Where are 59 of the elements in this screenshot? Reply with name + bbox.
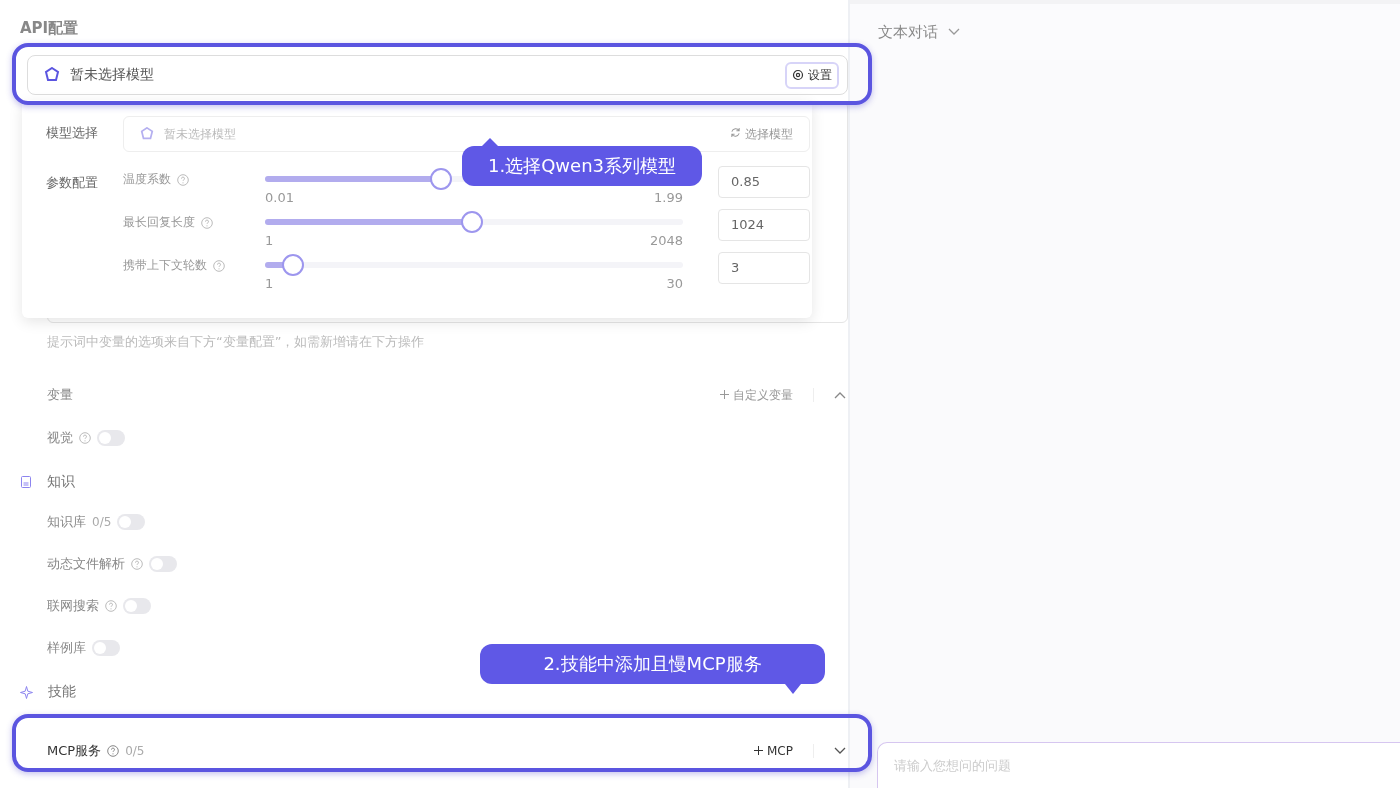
model-logo-icon (140, 127, 154, 141)
prompt-hint: 提示词中变量的选项来自下方“变量配置”，如需新增请在下方操作 (47, 333, 426, 351)
slider-thumb[interactable] (460, 211, 483, 233)
setting-label: 样例库 (47, 639, 86, 657)
slider-max: 2048 (649, 233, 683, 248)
chevron-icon[interactable] (834, 747, 846, 755)
setting-label: 联网搜索 (47, 597, 99, 615)
skills-title: 技能 (48, 683, 76, 701)
help-icon[interactable] (131, 558, 143, 570)
help-icon[interactable] (79, 432, 91, 444)
select-model-button[interactable]: 选择模型 (730, 125, 793, 143)
model-placeholder: 暂未选择模型 (164, 125, 236, 143)
setting-label: 知识库 (47, 513, 86, 531)
model-logo-icon (44, 67, 60, 83)
count-text: 0/5 (125, 744, 145, 758)
model-select-field[interactable]: 暂未选择模型 设置 (27, 55, 848, 95)
knowledge-title: 知识 (47, 473, 75, 491)
params-label: 参数配置 (46, 174, 99, 192)
param-label: 携带上下文轮数 (123, 257, 207, 274)
help-icon[interactable] (177, 173, 189, 186)
mcp-label: MCP服务 (47, 742, 102, 760)
slider-thumb[interactable] (282, 254, 304, 276)
help-icon[interactable] (201, 216, 213, 229)
param-input[interactable]: 0.85 (718, 166, 810, 198)
help-icon[interactable] (107, 745, 120, 757)
slider-thumb[interactable] (429, 168, 452, 190)
param-label: 温度系数 (123, 171, 171, 188)
slider-track[interactable] (265, 262, 683, 268)
chevron-icon[interactable] (834, 391, 846, 399)
mode-dropdown[interactable]: 文本对话 (878, 22, 960, 42)
model-select-label: 模型选择 (46, 124, 99, 142)
model-placeholder: 暂未选择模型 (70, 66, 155, 84)
param-label: 最长回复长度 (123, 214, 195, 231)
refresh-icon (730, 126, 742, 138)
plus-icon (754, 746, 764, 755)
param-input[interactable]: 3 (718, 252, 810, 284)
chevron-icon (948, 28, 960, 36)
setting-label: 动态文件解析 (47, 555, 125, 573)
count-text: 0/5 (92, 515, 112, 529)
slider-max: 30 (666, 276, 683, 291)
slider-min: 0.01 (265, 190, 294, 205)
document-icon (20, 476, 32, 488)
slider-min: 1 (265, 233, 274, 248)
help-icon[interactable] (213, 259, 225, 272)
variables-title: 变量 (47, 386, 73, 404)
callout-tooltip: 1.选择Qwen3系列模型 (462, 138, 702, 186)
sparkle-icon (20, 685, 33, 699)
plus-icon (720, 389, 730, 399)
settings-button[interactable]: 设置 (785, 61, 839, 89)
callout-tooltip: 2.技能中添加且慢MCP服务 (480, 644, 825, 694)
add-mcp-button[interactable]: MCP (754, 744, 793, 758)
slider-max: 1.99 (654, 190, 683, 205)
section-title: API配置 (20, 19, 80, 39)
slider-track[interactable] (265, 219, 683, 225)
param-input[interactable]: 1024 (718, 209, 810, 241)
vision-label: 视觉 (47, 429, 73, 447)
slider-min: 1 (265, 276, 274, 291)
help-icon[interactable] (105, 600, 117, 612)
settings-icon (792, 69, 804, 81)
